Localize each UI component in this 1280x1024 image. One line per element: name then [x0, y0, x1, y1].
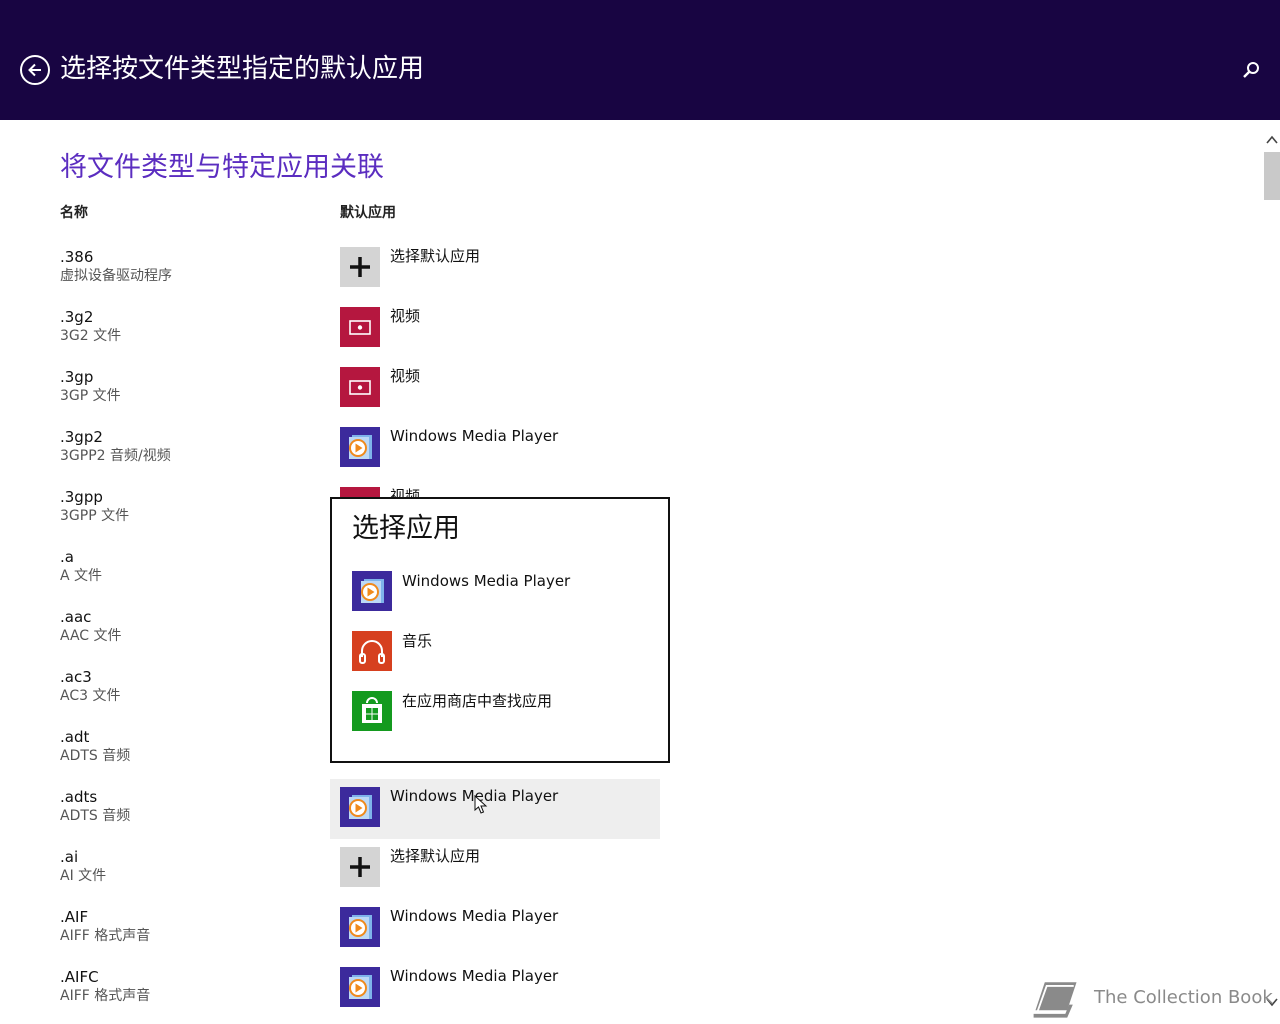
mouse-cursor-icon — [474, 795, 488, 814]
file-extension: .3gp2 — [60, 428, 103, 446]
file-type-description: 3G2 文件 — [60, 328, 122, 344]
watermark-text: The Collection Book — [1094, 987, 1273, 1008]
file-extension: .3gpp — [60, 488, 103, 506]
choose-app-popup: 选择应用 Windows Media Player 音乐在应用商店中查找应用 — [330, 497, 670, 763]
popup-app-option[interactable]: Windows Media Player — [342, 569, 660, 629]
file-type-description: AIFF 格式声音 — [60, 928, 151, 944]
watermark: The Collection Book — [1028, 975, 1273, 1023]
popup-app-option[interactable]: 在应用商店中查找应用 — [342, 689, 660, 749]
file-type-description: AAC 文件 — [60, 628, 122, 644]
popup-app-label: 在应用商店中查找应用 — [402, 692, 553, 710]
default-app-button[interactable]: Windows Media Player — [330, 899, 660, 959]
popup-app-label: Windows Media Player — [402, 572, 571, 590]
file-type-description: ADTS 音频 — [60, 748, 131, 764]
file-type-description: 3GPP 文件 — [60, 508, 130, 524]
default-app-button[interactable]: 选择默认应用 — [330, 839, 660, 899]
book-icon — [1033, 982, 1077, 1018]
search-icon[interactable] — [1241, 60, 1261, 80]
default-app-label: 视频 — [390, 367, 421, 385]
video-icon — [340, 367, 380, 407]
default-app-label: 选择默认应用 — [390, 847, 481, 865]
file-extension: .AIF — [60, 908, 89, 926]
music-icon — [352, 631, 392, 671]
media-player-icon — [352, 571, 392, 611]
popup-app-option[interactable]: 音乐 — [342, 629, 660, 689]
default-app-button[interactable]: 视频 — [330, 299, 660, 359]
media-player-icon — [340, 427, 380, 467]
back-arrow-icon — [28, 63, 41, 77]
table-row: .3gp2 3GPP2 音频/视频 Windows Media Player — [0, 419, 700, 479]
file-type-description: AC3 文件 — [60, 688, 121, 704]
media-player-icon — [340, 967, 380, 1007]
file-extension: .ac3 — [60, 668, 92, 686]
file-type-description: 3GP 文件 — [60, 388, 121, 404]
default-app-button[interactable]: 选择默认应用 — [330, 239, 660, 299]
media-player-icon — [340, 787, 380, 827]
scroll-up-arrow-icon[interactable] — [1264, 132, 1280, 148]
default-app-button[interactable]: Windows Media Player — [330, 779, 660, 839]
back-button[interactable] — [20, 55, 50, 85]
plus-icon — [340, 847, 380, 887]
default-app-button[interactable]: Windows Media Player — [330, 419, 660, 479]
default-app-button[interactable]: 视频 — [330, 359, 660, 419]
file-extension: .aac — [60, 608, 92, 626]
file-type-description: 3GPP2 音频/视频 — [60, 448, 171, 464]
file-type-description: 虚拟设备驱动程序 — [60, 268, 172, 284]
file-type-description: A 文件 — [60, 568, 103, 584]
file-type-description: AIFF 格式声音 — [60, 988, 151, 1004]
file-type-description: ADTS 音频 — [60, 808, 131, 824]
file-extension: .386 — [60, 248, 94, 266]
file-extension: .a — [60, 548, 74, 566]
table-row: .ai AI 文件 选择默认应用 — [0, 839, 700, 899]
default-app-label: Windows Media Player — [390, 967, 559, 985]
table-row: .3gp 3GP 文件 视频 — [0, 359, 700, 419]
section-title: 将文件类型与特定应用关联 — [60, 152, 384, 183]
file-extension: .adts — [60, 788, 98, 806]
table-row: .AIFC AIFF 格式声音 Windows Media Player — [0, 959, 700, 1019]
default-app-label: Windows Media Player — [390, 907, 559, 925]
video-icon — [340, 307, 380, 347]
table-row: .386 虚拟设备驱动程序 选择默认应用 — [0, 239, 700, 299]
default-app-label: 选择默认应用 — [390, 247, 481, 265]
file-extension: .3gp — [60, 368, 94, 386]
plus-icon — [340, 247, 380, 287]
table-row: .adts ADTS 音频 Windows Media Player — [0, 779, 700, 839]
table-row: .AIF AIFF 格式声音 Windows Media Player — [0, 899, 700, 959]
scrollbar-thumb[interactable] — [1264, 152, 1280, 200]
store-icon — [352, 691, 392, 731]
column-header-name: 名称 — [60, 205, 88, 221]
popup-title: 选择应用 — [352, 513, 460, 544]
column-header-default-app: 默认应用 — [340, 205, 396, 221]
media-player-icon — [340, 907, 380, 947]
file-extension: .ai — [60, 848, 79, 866]
popup-app-label: 音乐 — [402, 632, 433, 650]
table-row: .3g2 3G2 文件 视频 — [0, 299, 700, 359]
default-app-button[interactable]: Windows Media Player — [330, 959, 660, 1019]
default-app-label: Windows Media Player — [390, 427, 559, 445]
file-extension: .3g2 — [60, 308, 94, 326]
file-extension: .AIFC — [60, 968, 99, 986]
app-header: 选择按文件类型指定的默认应用 — [0, 0, 1280, 120]
page-title: 选择按文件类型指定的默认应用 — [60, 54, 425, 84]
file-type-description: AI 文件 — [60, 868, 107, 884]
file-extension: .adt — [60, 728, 90, 746]
default-app-label: 视频 — [390, 307, 421, 325]
